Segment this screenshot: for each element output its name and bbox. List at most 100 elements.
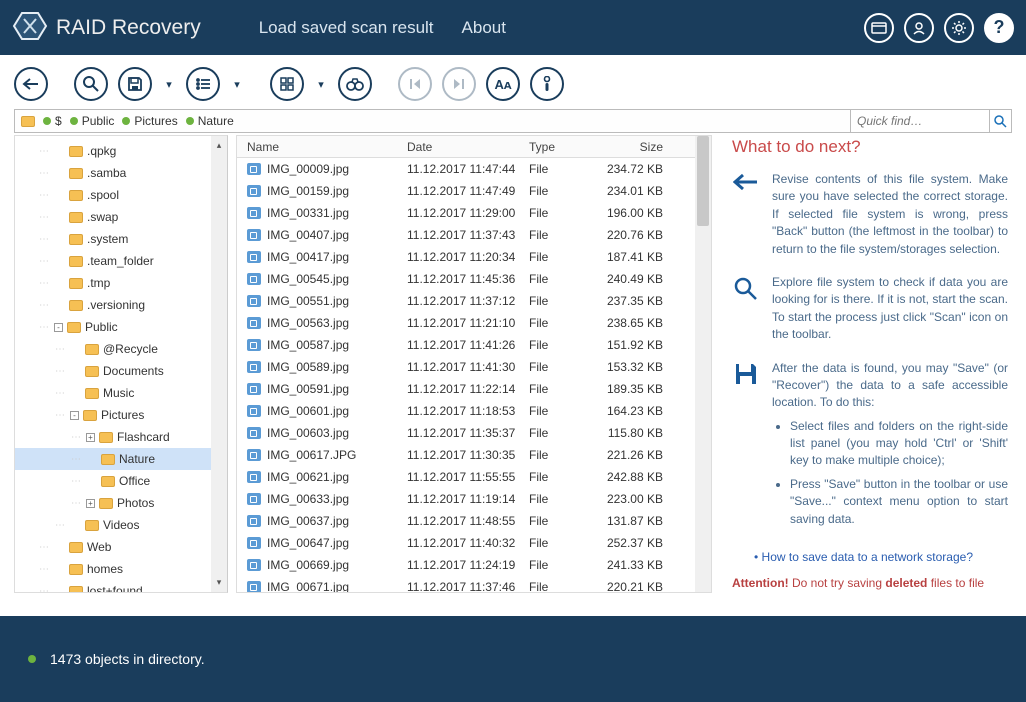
tree-item-recycle[interactable]: ⋯@Recycle <box>15 338 227 360</box>
tree-item-photos[interactable]: ⋯+Photos <box>15 492 227 514</box>
list-view-button[interactable] <box>186 67 220 101</box>
tree-toggle[interactable]: - <box>70 411 79 420</box>
save-button[interactable] <box>118 67 152 101</box>
help-link[interactable]: How to save data to a network storage? <box>744 550 1008 564</box>
file-row[interactable]: IMG_00563.jpg11.12.2017 11:21:10File238.… <box>237 312 711 334</box>
file-row[interactable]: IMG_00601.jpg11.12.2017 11:18:53File164.… <box>237 400 711 422</box>
file-name: IMG_00009.jpg <box>267 162 407 176</box>
tree-label: Web <box>87 540 111 554</box>
file-size: 115.80 KB <box>589 426 669 440</box>
prev-button[interactable] <box>398 67 432 101</box>
breadcrumb-segment: Nature <box>198 114 234 128</box>
card-icon[interactable] <box>864 13 894 43</box>
list-view-dropdown[interactable]: ▾ <box>230 78 244 91</box>
tree-toggle[interactable]: + <box>86 499 95 508</box>
font-size-button[interactable]: Aᴀ <box>486 67 520 101</box>
file-row[interactable]: IMG_00637.jpg11.12.2017 11:48:55File131.… <box>237 510 711 532</box>
step1-text: Revise contents of this file system. Mak… <box>772 171 1008 258</box>
tree-item-system[interactable]: ⋯.system <box>15 228 227 250</box>
tree-item-swap[interactable]: ⋯.swap <box>15 206 227 228</box>
file-size: 153.32 KB <box>589 360 669 374</box>
tree-toggle[interactable]: + <box>86 433 95 442</box>
file-row[interactable]: IMG_00647.jpg11.12.2017 11:40:32File252.… <box>237 532 711 554</box>
search-button[interactable] <box>990 109 1012 133</box>
file-type: File <box>529 514 589 528</box>
file-scrollbar[interactable] <box>695 136 711 592</box>
file-size: 196.00 KB <box>589 206 669 220</box>
grid-view-dropdown[interactable]: ▾ <box>314 78 328 91</box>
tree-item-videos[interactable]: ⋯Videos <box>15 514 227 536</box>
file-row[interactable]: IMG_00589.jpg11.12.2017 11:41:30File153.… <box>237 356 711 378</box>
file-size: 234.01 KB <box>589 184 669 198</box>
status-text: 1473 objects in directory. <box>50 651 205 667</box>
folder-icon <box>83 410 97 421</box>
grid-view-button[interactable] <box>270 67 304 101</box>
file-size: 242.88 KB <box>589 470 669 484</box>
help-title: What to do next? <box>732 137 1008 157</box>
file-row[interactable]: IMG_00669.jpg11.12.2017 11:24:19File241.… <box>237 554 711 576</box>
menu-load-saved-scan[interactable]: Load saved scan result <box>259 18 434 38</box>
tree-scrollbar[interactable]: ▴▾ <box>211 136 227 592</box>
tree-item-qpkg[interactable]: ⋯.qpkg <box>15 140 227 162</box>
tree-item-homes[interactable]: ⋯homes <box>15 558 227 580</box>
tree-item-spool[interactable]: ⋯.spool <box>15 184 227 206</box>
folder-icon <box>69 212 83 223</box>
file-row[interactable]: IMG_00009.jpg11.12.2017 11:47:44File234.… <box>237 158 711 180</box>
file-row[interactable]: IMG_00407.jpg11.12.2017 11:37:43File220.… <box>237 224 711 246</box>
file-name: IMG_00587.jpg <box>267 338 407 352</box>
file-type: File <box>529 294 589 308</box>
col-name[interactable]: Name <box>247 140 407 154</box>
help-icon[interactable]: ? <box>984 13 1014 43</box>
tree-item-pictures[interactable]: ⋯-Pictures <box>15 404 227 426</box>
user-icon[interactable] <box>904 13 934 43</box>
tree-item-music[interactable]: ⋯Music <box>15 382 227 404</box>
file-row[interactable]: IMG_00331.jpg11.12.2017 11:29:00File196.… <box>237 202 711 224</box>
search-input[interactable] <box>851 110 989 132</box>
file-row[interactable]: IMG_00587.jpg11.12.2017 11:41:26File151.… <box>237 334 711 356</box>
tree-item-office[interactable]: ⋯Office <box>15 470 227 492</box>
file-date: 11.12.2017 11:18:53 <box>407 404 529 418</box>
back-button[interactable] <box>14 67 48 101</box>
file-date: 11.12.2017 11:47:44 <box>407 162 529 176</box>
tree-item-public[interactable]: ⋯-Public <box>15 316 227 338</box>
scan-button[interactable] <box>74 67 108 101</box>
tree-item-nature[interactable]: ⋯Nature <box>15 448 227 470</box>
tree-item-lostfound[interactable]: ⋯lost+found <box>15 580 227 592</box>
col-date[interactable]: Date <box>407 140 529 154</box>
info-button[interactable] <box>530 67 564 101</box>
tree-item-teamfolder[interactable]: ⋯.team_folder <box>15 250 227 272</box>
gear-icon[interactable] <box>944 13 974 43</box>
file-date: 11.12.2017 11:40:32 <box>407 536 529 550</box>
file-type: File <box>529 426 589 440</box>
col-size[interactable]: Size <box>589 140 669 154</box>
file-row[interactable]: IMG_00591.jpg11.12.2017 11:22:14File189.… <box>237 378 711 400</box>
file-row[interactable]: IMG_00159.jpg11.12.2017 11:47:49File234.… <box>237 180 711 202</box>
tree-item-versioning[interactable]: ⋯.versioning <box>15 294 227 316</box>
file-name: IMG_00671.jpg <box>267 580 407 592</box>
tree-item-samba[interactable]: ⋯.samba <box>15 162 227 184</box>
file-row[interactable]: IMG_00545.jpg11.12.2017 11:45:36File240.… <box>237 268 711 290</box>
tree-toggle[interactable]: - <box>54 323 63 332</box>
file-size: 220.21 KB <box>589 580 669 592</box>
file-row[interactable]: IMG_00633.jpg11.12.2017 11:19:14File223.… <box>237 488 711 510</box>
col-type[interactable]: Type <box>529 140 589 154</box>
app-title: RAID Recovery <box>56 16 201 40</box>
file-row[interactable]: IMG_00617.JPG11.12.2017 11:30:35File221.… <box>237 444 711 466</box>
tree-item-tmp[interactable]: ⋯.tmp <box>15 272 227 294</box>
breadcrumb[interactable]: $ Public Pictures Nature <box>14 109 850 133</box>
save-dropdown[interactable]: ▾ <box>162 78 176 91</box>
tree-item-documents[interactable]: ⋯Documents <box>15 360 227 382</box>
file-row[interactable]: IMG_00603.jpg11.12.2017 11:35:37File115.… <box>237 422 711 444</box>
next-button[interactable] <box>442 67 476 101</box>
file-row[interactable]: IMG_00671.jpg11.12.2017 11:37:46File220.… <box>237 576 711 592</box>
file-row[interactable]: IMG_00551.jpg11.12.2017 11:37:12File237.… <box>237 290 711 312</box>
file-name: IMG_00589.jpg <box>267 360 407 374</box>
menu-about[interactable]: About <box>462 18 506 38</box>
file-row[interactable]: IMG_00621.jpg11.12.2017 11:55:55File242.… <box>237 466 711 488</box>
tree-label: Documents <box>103 364 164 378</box>
file-row[interactable]: IMG_00417.jpg11.12.2017 11:20:34File187.… <box>237 246 711 268</box>
tree-item-web[interactable]: ⋯Web <box>15 536 227 558</box>
binoculars-button[interactable] <box>338 67 372 101</box>
file-name: IMG_00551.jpg <box>267 294 407 308</box>
tree-item-flashcard[interactable]: ⋯+Flashcard <box>15 426 227 448</box>
